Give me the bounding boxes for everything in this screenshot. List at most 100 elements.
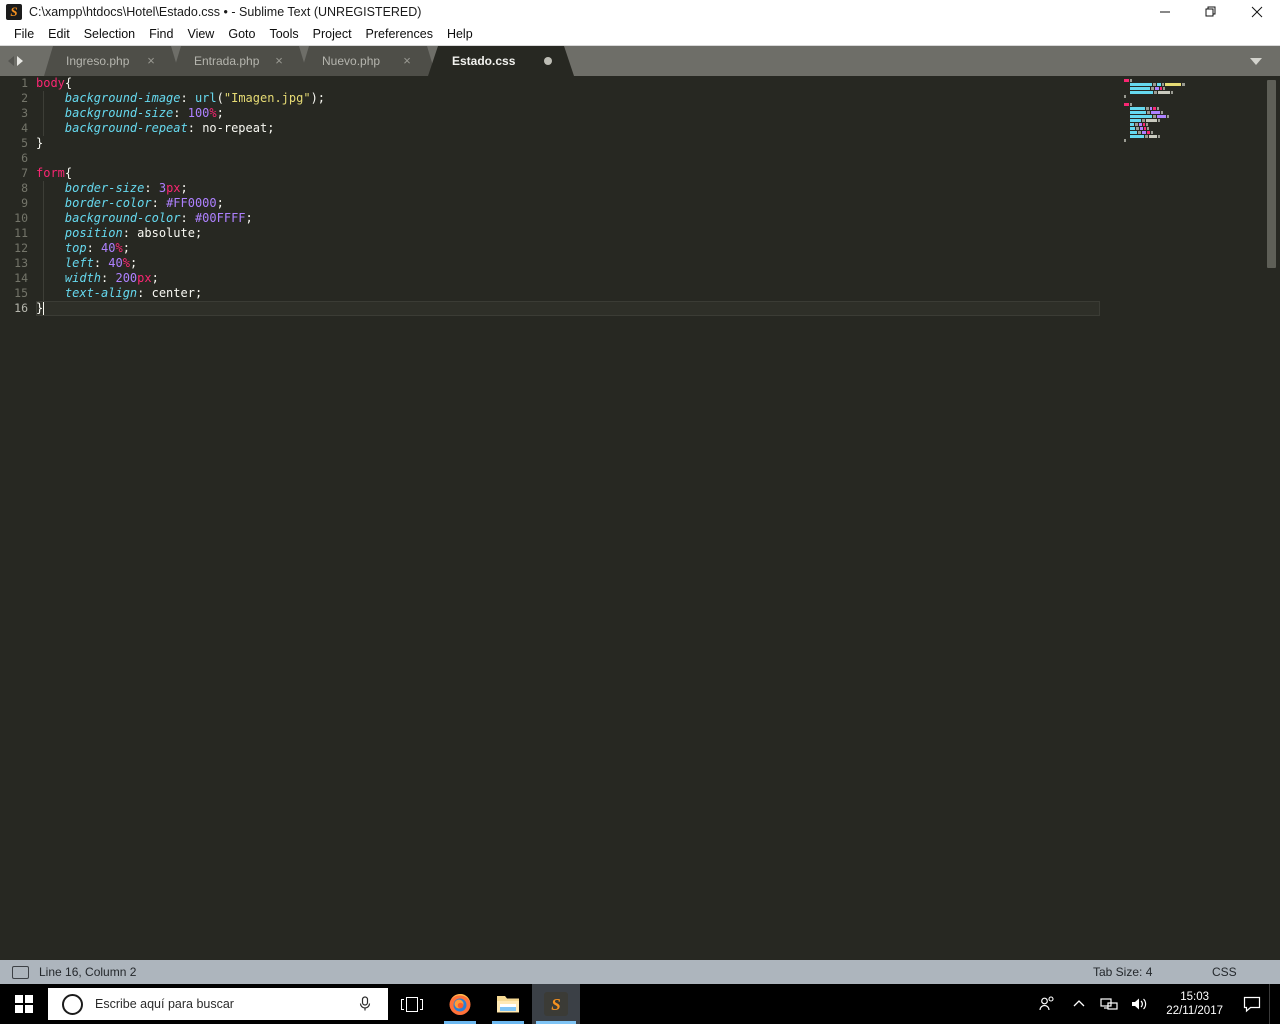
- code-line[interactable]: background-size: 100%;: [36, 106, 1100, 121]
- menu-item-view[interactable]: View: [180, 24, 221, 45]
- minimap-token: [1157, 115, 1166, 118]
- code-line-text: body{: [36, 76, 72, 90]
- menu-item-find[interactable]: Find: [142, 24, 180, 45]
- code-content[interactable]: body{ background-image: url("Imagen.jpg"…: [36, 76, 1100, 960]
- tab-close-icon[interactable]: ×: [272, 54, 286, 68]
- token-val: no-repeat: [202, 121, 268, 135]
- code-line[interactable]: [36, 151, 1100, 166]
- minimap[interactable]: [1120, 76, 1262, 960]
- minimap-token: [1147, 131, 1150, 134]
- tab-dropdown-button[interactable]: [1242, 46, 1270, 76]
- people-icon[interactable]: [1030, 984, 1064, 1024]
- line-number: 12: [14, 241, 28, 255]
- code-line[interactable]: top: 40%;: [36, 241, 1100, 256]
- token-punc: ;: [216, 196, 224, 210]
- syntax-indicator[interactable]: CSS: [1212, 965, 1237, 979]
- code-line[interactable]: background-image: url("Imagen.jpg");: [36, 91, 1100, 106]
- minimap-token: [1158, 91, 1170, 94]
- tab-nuevo-php[interactable]: Nuevo.php ×: [300, 46, 436, 76]
- restore-button[interactable]: [1188, 0, 1234, 24]
- minimap-token: [1162, 83, 1164, 86]
- volume-icon[interactable]: [1124, 984, 1154, 1024]
- taskbar-search-box[interactable]: Escribe aquí para buscar: [48, 988, 388, 1020]
- menu-item-edit[interactable]: Edit: [41, 24, 77, 45]
- minimap-token: [1124, 139, 1126, 142]
- code-line[interactable]: position: absolute;: [36, 226, 1100, 241]
- windows-logo-icon: [15, 995, 33, 1013]
- arrow-right-icon[interactable]: [17, 56, 23, 66]
- taskbar-app-explorer[interactable]: [484, 984, 532, 1024]
- code-line[interactable]: background-color: #00FFFF;: [36, 211, 1100, 226]
- network-icon[interactable]: [1094, 984, 1124, 1024]
- menu-item-tools[interactable]: Tools: [262, 24, 305, 45]
- chevron-up-icon[interactable]: [1064, 984, 1094, 1024]
- system-tray: 15:03 22/11/2017: [1030, 984, 1280, 1024]
- start-button[interactable]: [0, 984, 48, 1024]
- menu-item-goto[interactable]: Goto: [221, 24, 262, 45]
- token-punc: );: [310, 91, 326, 105]
- tab-label: Ingreso.php: [66, 54, 130, 68]
- code-line[interactable]: border-color: #FF0000;: [36, 196, 1100, 211]
- minimap-token: [1158, 119, 1160, 122]
- minimap-token: [1130, 131, 1137, 134]
- line-number: 7: [21, 166, 28, 180]
- code-line[interactable]: }: [36, 136, 1100, 151]
- svg-text:S: S: [551, 995, 560, 1014]
- minimize-button[interactable]: [1142, 0, 1188, 24]
- close-button[interactable]: [1234, 0, 1280, 24]
- minimap-token: [1130, 87, 1150, 90]
- minimap-token: [1153, 115, 1156, 118]
- panel-icon[interactable]: [12, 965, 29, 979]
- minimap-line: [1120, 127, 1262, 130]
- minimap-token: [1143, 123, 1145, 126]
- vertical-scrollbar[interactable]: [1262, 76, 1280, 960]
- tab-dirty-indicator[interactable]: [544, 57, 552, 65]
- code-line[interactable]: form{: [36, 166, 1100, 181]
- scrollbar-thumb[interactable]: [1267, 80, 1276, 268]
- code-line-text: border-size: 3px;: [36, 181, 188, 195]
- microphone-icon[interactable]: [356, 995, 374, 1013]
- code-line[interactable]: text-align: center;: [36, 286, 1100, 301]
- token-num: 100: [187, 106, 210, 120]
- minimap-token: [1153, 83, 1156, 86]
- menu-item-file[interactable]: File: [7, 24, 41, 45]
- editor-area[interactable]: 1 2 3 4 5 6 7 8 9 10 11 12 13 14 15 16 body{ background…: [0, 76, 1280, 960]
- tab-close-icon[interactable]: ×: [400, 54, 414, 68]
- show-desktop-button[interactable]: [1269, 984, 1280, 1024]
- action-center-icon[interactable]: [1235, 984, 1269, 1024]
- tab-estado-css[interactable]: Estado.css: [428, 46, 574, 76]
- minimap-token: [1145, 135, 1148, 138]
- menu-item-help[interactable]: Help: [440, 24, 480, 45]
- minimap-line: [1120, 123, 1262, 126]
- code-line[interactable]: border-size: 3px;: [36, 181, 1100, 196]
- token-val: absolute: [137, 226, 195, 240]
- taskbar-clock[interactable]: 15:03 22/11/2017: [1154, 990, 1235, 1018]
- task-view-icon: [401, 996, 423, 1012]
- task-view-button[interactable]: [388, 984, 436, 1024]
- code-line[interactable]: left: 40%;: [36, 256, 1100, 271]
- token-unit: px: [137, 271, 152, 285]
- code-line[interactable]: background-repeat: no-repeat;: [36, 121, 1100, 136]
- taskbar-app-firefox[interactable]: [436, 984, 484, 1024]
- tab-size-indicator[interactable]: Tab Size: 4: [1093, 965, 1152, 979]
- code-line[interactable]: }: [36, 301, 1100, 316]
- token-unit: %: [115, 241, 123, 255]
- token-val: center: [151, 286, 195, 300]
- menu-item-preferences[interactable]: Preferences: [359, 24, 440, 45]
- tab-close-icon[interactable]: ×: [144, 54, 158, 68]
- code-line[interactable]: width: 200px;: [36, 271, 1100, 286]
- line-number: 4: [21, 121, 28, 135]
- menu-item-project[interactable]: Project: [306, 24, 359, 45]
- minimap-line: [1120, 119, 1262, 122]
- menu-item-selection[interactable]: Selection: [77, 24, 142, 45]
- arrow-left-icon[interactable]: [8, 56, 14, 66]
- search-circle-icon: [62, 993, 83, 1015]
- minimap-line: [1120, 95, 1262, 98]
- minimap-token: [1157, 107, 1159, 110]
- minimap-token: [1157, 83, 1161, 86]
- tab-ingreso-php[interactable]: Ingreso.php ×: [44, 46, 180, 76]
- minimap-token: [1130, 79, 1132, 82]
- tab-entrada-php[interactable]: Entrada.php ×: [172, 46, 308, 76]
- code-line[interactable]: body{: [36, 76, 1100, 91]
- taskbar-app-sublime[interactable]: S: [532, 984, 580, 1024]
